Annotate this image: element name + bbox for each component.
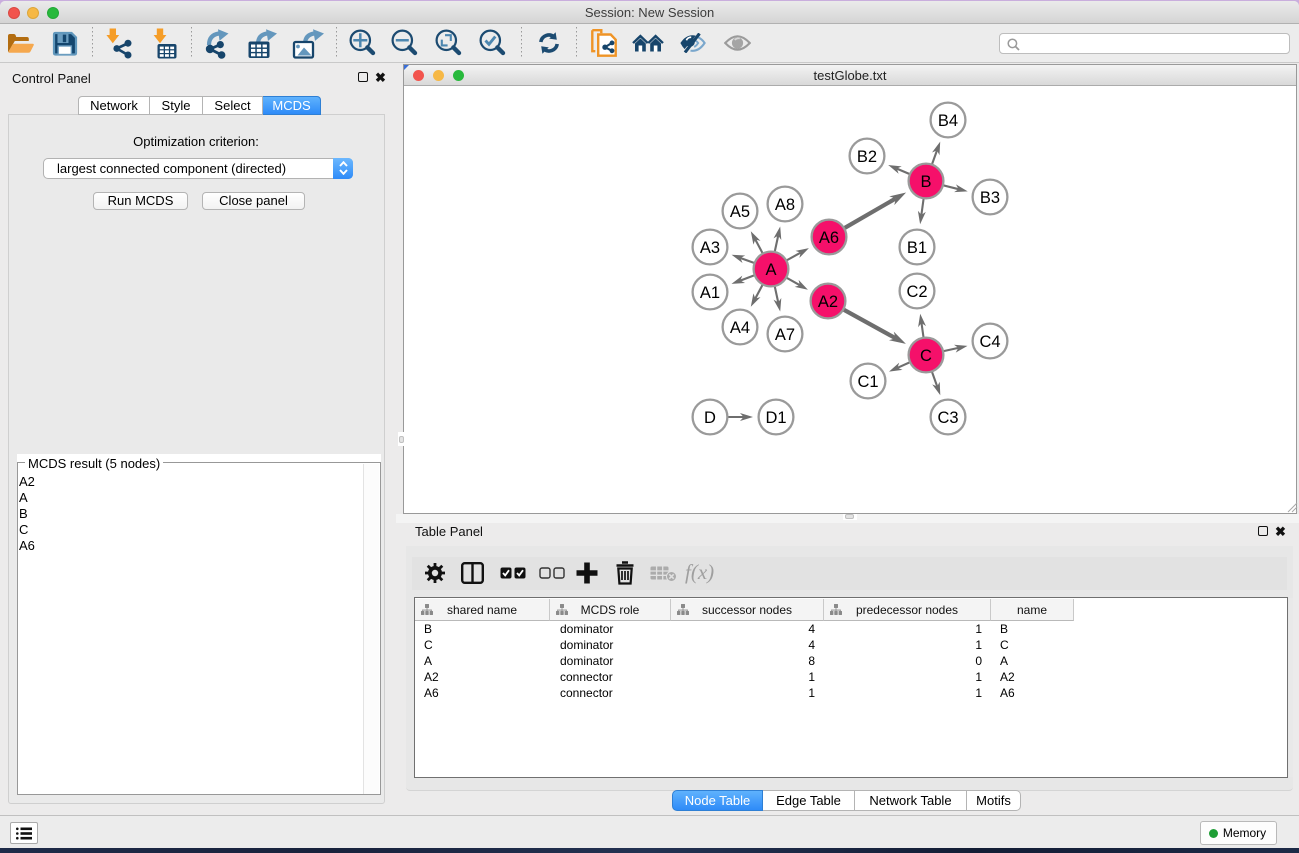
svg-text:A: A — [765, 261, 776, 279]
svg-text:A6: A6 — [819, 229, 839, 247]
svg-text:B1: B1 — [907, 239, 927, 257]
svg-text:B3: B3 — [980, 189, 1000, 207]
svg-text:A5: A5 — [730, 203, 750, 221]
svg-text:A8: A8 — [775, 196, 795, 214]
svg-text:C: C — [920, 347, 932, 365]
svg-text:C4: C4 — [979, 333, 1000, 351]
svg-text:A4: A4 — [730, 319, 750, 337]
svg-text:A2: A2 — [818, 293, 838, 311]
svg-text:C2: C2 — [906, 283, 927, 301]
svg-text:D: D — [704, 409, 716, 427]
svg-text:A1: A1 — [700, 284, 720, 302]
svg-text:B4: B4 — [938, 112, 958, 130]
svg-text:B: B — [920, 173, 931, 191]
svg-text:B2: B2 — [857, 148, 877, 166]
svg-text:C3: C3 — [937, 409, 958, 427]
svg-text:A3: A3 — [700, 239, 720, 257]
svg-text:D1: D1 — [765, 409, 786, 427]
svg-text:A7: A7 — [775, 326, 795, 344]
svg-text:C1: C1 — [857, 373, 878, 391]
